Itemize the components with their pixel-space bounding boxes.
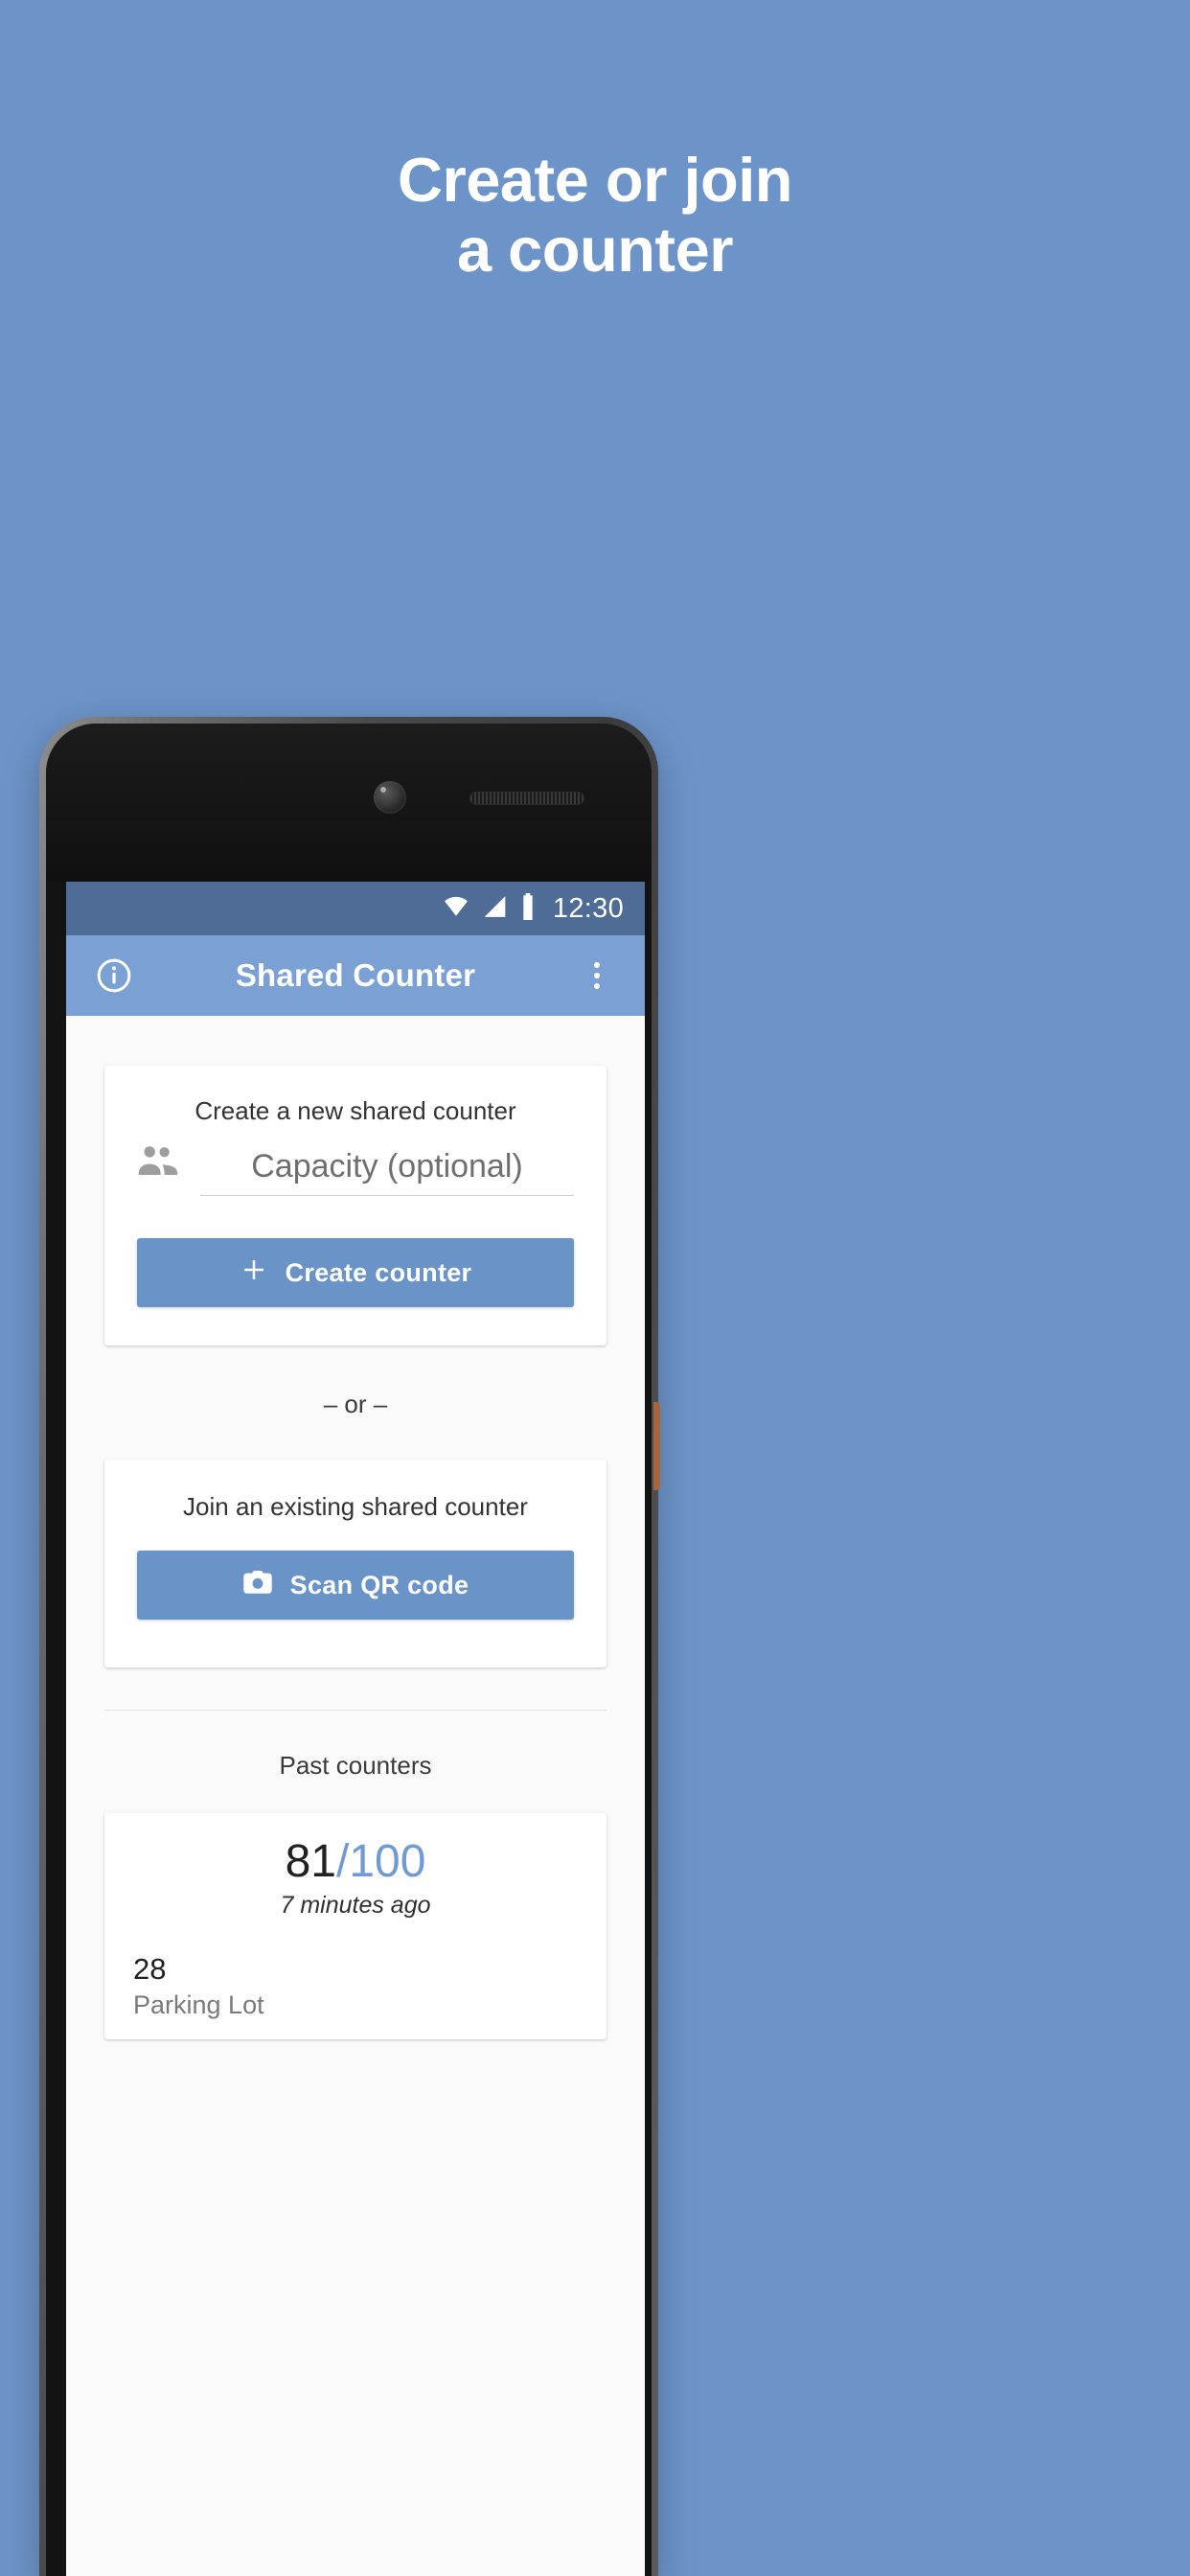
signal-icon [482, 894, 508, 924]
join-card-heading: Join an existing shared counter [183, 1492, 528, 1521]
app-bar-title: Shared Counter [235, 957, 476, 993]
status-clock: 12:30 [552, 892, 624, 924]
screen-content: Create a new shared counter Capacity (op… [66, 1016, 645, 2576]
phone-power-button [653, 1402, 660, 1490]
or-separator: – or – [323, 1390, 388, 1418]
past-counters-heading: Past counters [279, 1751, 432, 1780]
battery-icon [519, 892, 537, 925]
camera-photo-icon [242, 1569, 273, 1602]
create-counter-button-label: Create counter [285, 1257, 472, 1287]
app-bar: Shared Counter [66, 935, 645, 1016]
more-vertical-icon[interactable] [576, 954, 618, 997]
capacity-input[interactable] [204, 1148, 570, 1185]
create-card-heading: Create a new shared counter [195, 1096, 516, 1125]
scan-qr-code-button[interactable]: Scan QR code [137, 1551, 574, 1620]
headline-line-2: a counter [456, 214, 734, 285]
wifi-icon [442, 894, 470, 924]
phone-device-mockup: 12:30 Shared Counter Create a new shared… [39, 717, 660, 2576]
past-counter-capacity: 100 [349, 1836, 426, 1887]
past-counter-total: 81/100 [133, 1836, 578, 1887]
status-bar: 12:30 [66, 882, 645, 935]
past-counter-separator: / [335, 1836, 350, 1887]
past-counter-card[interactable]: 81/100 7 minutes ago 28 Parking Lot [104, 1813, 606, 2040]
promo-headline: Create or join a counter [0, 145, 1190, 286]
join-counter-card: Join an existing shared counter Scan QR … [104, 1460, 606, 1668]
plus-icon [240, 1255, 268, 1291]
past-counter-row-value: 28 [133, 1952, 167, 1987]
earpiece-speaker-icon [469, 792, 584, 805]
front-camera-icon [309, 718, 470, 876]
headline-line-1: Create or join [398, 145, 792, 215]
section-divider [104, 1710, 606, 1711]
scan-qr-code-button-label: Scan QR code [289, 1570, 469, 1599]
create-counter-card: Create a new shared counter Capacity (op… [104, 1066, 606, 1346]
past-counter-timestamp: 7 minutes ago [280, 1892, 431, 1920]
info-icon[interactable] [93, 954, 135, 997]
people-icon [137, 1143, 179, 1196]
past-counter-row-label: Parking Lot [133, 1990, 264, 2020]
capacity-field[interactable] [200, 1144, 574, 1196]
phone-screen: 12:30 Shared Counter Create a new shared… [66, 882, 645, 2576]
capacity-field-row [137, 1143, 574, 1196]
create-counter-button[interactable]: Create counter [137, 1238, 574, 1307]
past-counter-count: 81 [285, 1836, 336, 1887]
